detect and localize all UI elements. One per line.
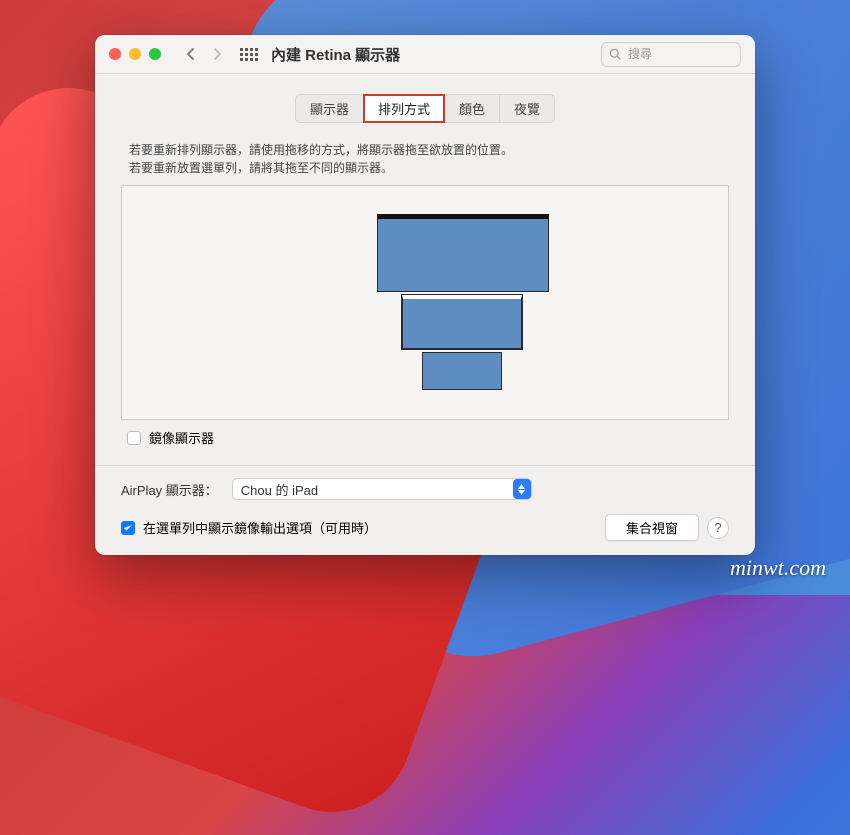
airplay-label: AirPlay 顯示器： [121, 480, 218, 499]
help-button[interactable]: ? [707, 517, 729, 539]
arrangement-canvas[interactable] [121, 185, 729, 420]
search-icon [609, 48, 622, 61]
divider [95, 465, 755, 466]
zoom-button[interactable] [149, 48, 161, 60]
instructions: 若要重新排列顯示器，請使用拖移的方式，將顯示器拖至欲放置的位置。 若要重新放置選… [121, 141, 729, 177]
system-preferences-window: 內建 Retina 顯示器 顯示器 排列方式 顏色 夜覽 若要重新排列顯示器，請… [95, 35, 755, 555]
display-2[interactable] [402, 295, 522, 349]
show-mirror-menu-checkbox[interactable] [121, 521, 135, 535]
instruction-line-2: 若要重新放置選單列，請將其拖至不同的顯示器。 [129, 159, 729, 177]
chevron-left-icon [185, 48, 197, 60]
tab-display[interactable]: 顯示器 [295, 94, 364, 123]
mirror-row: 鏡像顯示器 [121, 420, 729, 447]
mirror-checkbox[interactable] [127, 431, 141, 445]
instruction-line-1: 若要重新排列顯示器，請使用拖移的方式，將顯示器拖至欲放置的位置。 [129, 141, 729, 159]
watermark: minwt.com [730, 555, 826, 581]
search-input[interactable] [601, 42, 741, 67]
show-mirror-menu-label: 在選單列中顯示鏡像輸出選項（可用時） [143, 518, 377, 537]
forward-button[interactable] [205, 42, 229, 66]
content-area: 顯示器 排列方式 顏色 夜覽 若要重新排列顯示器，請使用拖移的方式，將顯示器拖至… [95, 74, 755, 555]
airplay-row: AirPlay 顯示器： Chou 的 iPad [121, 478, 729, 500]
bottom-row: 在選單列中顯示鏡像輸出選項（可用時） 集合視窗 ? [121, 514, 729, 541]
display-1[interactable] [377, 214, 549, 292]
display-3[interactable] [422, 352, 502, 390]
airplay-select-wrap: Chou 的 iPad [232, 478, 532, 500]
minimize-button[interactable] [129, 48, 141, 60]
tab-color[interactable]: 顏色 [444, 94, 500, 123]
chevron-right-icon [211, 48, 223, 60]
mirror-label: 鏡像顯示器 [149, 428, 214, 447]
tab-night-shift[interactable]: 夜覽 [499, 94, 555, 123]
window-controls [109, 48, 161, 60]
airplay-selected-value: Chou 的 iPad [241, 480, 318, 499]
airplay-select[interactable]: Chou 的 iPad [232, 478, 532, 500]
check-icon [123, 523, 133, 533]
close-button[interactable] [109, 48, 121, 60]
select-stepper-icon [513, 479, 531, 499]
show-all-button[interactable] [239, 44, 259, 64]
tab-bar: 顯示器 排列方式 顏色 夜覽 [121, 94, 729, 123]
gather-windows-button[interactable]: 集合視窗 [605, 514, 699, 541]
window-title: 內建 Retina 顯示器 [271, 44, 400, 65]
nav-buttons [179, 42, 229, 66]
search-wrap [601, 42, 741, 67]
back-button[interactable] [179, 42, 203, 66]
titlebar: 內建 Retina 顯示器 [95, 35, 755, 74]
tab-arrangement[interactable]: 排列方式 [363, 94, 445, 123]
